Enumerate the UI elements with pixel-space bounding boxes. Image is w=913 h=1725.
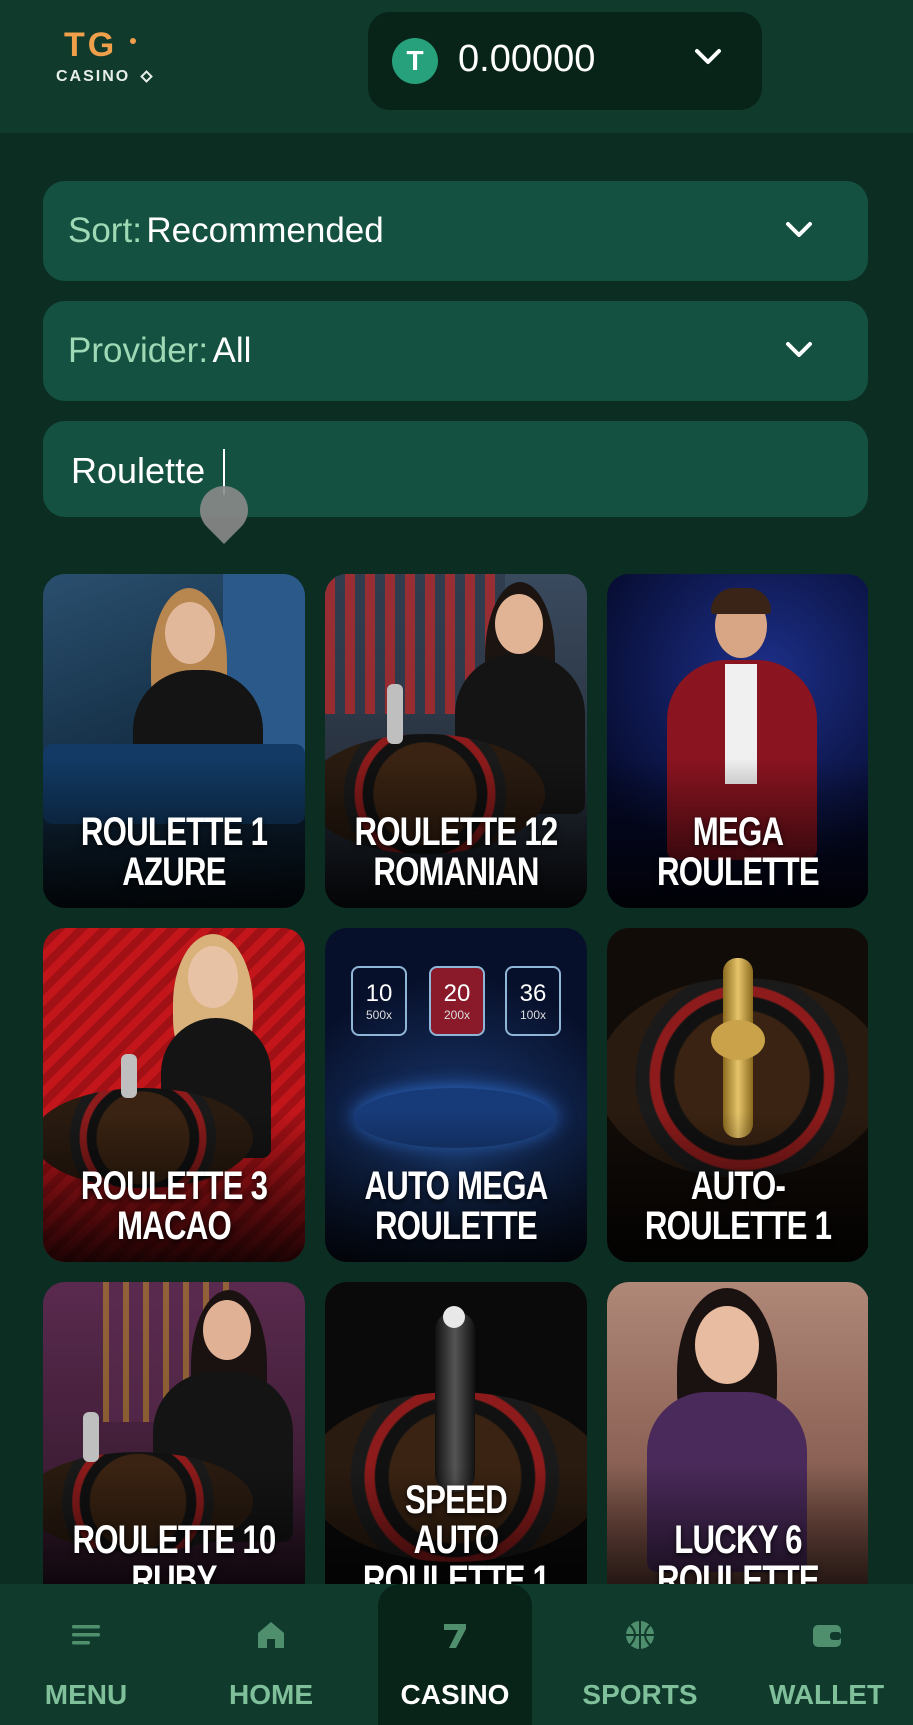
- game-title: ROULETTE 10 RUBY: [72, 1518, 277, 1584]
- menu-icon: [72, 1625, 100, 1645]
- currency-symbol: T: [406, 45, 424, 76]
- multiplier-badge: 36 100x: [505, 966, 561, 1036]
- game-title: MEGA ROULETTE: [657, 810, 820, 894]
- game-card[interactable]: ROULETTE 10 RUBY: [43, 1282, 305, 1584]
- provider-dropdown[interactable]: Provider: All: [43, 301, 868, 401]
- tether-icon: T: [392, 38, 438, 84]
- game-card[interactable]: ROULETTE 12 ROMANIAN: [325, 574, 587, 908]
- home-icon: [258, 1622, 284, 1648]
- game-title: ROULETTE 3 MACAO: [80, 1164, 268, 1248]
- game-title: ROULETTE 12 ROMANIAN: [354, 810, 559, 894]
- nav-wallet[interactable]: WALLET: [740, 1584, 913, 1725]
- logo-diamond-icon: [140, 70, 153, 83]
- search-input[interactable]: [71, 421, 831, 521]
- nav-label: MENU: [44, 1679, 128, 1710]
- sort-dropdown[interactable]: Sort: Recommended: [43, 181, 868, 281]
- game-card[interactable]: ROULETTE 1 AZURE: [43, 574, 305, 908]
- nav-label: SPORTS: [582, 1679, 698, 1710]
- logo-brand: TG: [64, 26, 118, 64]
- wallet-balance: 0.00000: [458, 38, 596, 80]
- game-card[interactable]: 10 500x 20 200x 36 100x AUTO MEGA ROULET…: [325, 928, 587, 1262]
- casino-seven-icon: [444, 1624, 466, 1648]
- nav-label: CASINO: [400, 1679, 510, 1710]
- sort-value: Recommended: [146, 211, 384, 250]
- nav-label: WALLET: [768, 1679, 885, 1710]
- game-title: AUTO-ROULETTE 1: [644, 1164, 832, 1248]
- game-title: ROULETTE 1 AZURE: [80, 810, 268, 894]
- wallet-icon: [812, 1625, 841, 1647]
- nav-casino[interactable]: CASINO: [378, 1584, 532, 1725]
- game-card[interactable]: MEGA ROULETTE: [607, 574, 868, 908]
- nav-sports[interactable]: SPORTS: [556, 1584, 724, 1725]
- multiplier-badge: 10 500x: [351, 966, 407, 1036]
- game-card[interactable]: ROULETTE 3 MACAO: [43, 928, 305, 1262]
- logo-sub: CASINO: [56, 68, 131, 85]
- basketball-icon: [626, 1621, 654, 1649]
- provider-label: Provider:: [68, 331, 209, 370]
- wallet-selector[interactable]: T 0.00000: [368, 12, 762, 110]
- multiplier-badge: 20 200x: [429, 966, 485, 1036]
- game-card[interactable]: SPEED AUTO ROULETTE 1: [325, 1282, 587, 1584]
- logo-dot: [130, 38, 136, 44]
- nav-label: HOME: [229, 1679, 313, 1710]
- tg-casino-logo[interactable]: TG CASINO: [56, 26, 166, 92]
- game-title: LUCKY 6 ROULETTE: [657, 1518, 820, 1584]
- chevron-down-icon: [786, 342, 812, 357]
- game-card[interactable]: AUTO-ROULETTE 1: [607, 928, 868, 1262]
- search-field[interactable]: [43, 421, 868, 544]
- provider-value: All: [212, 331, 252, 370]
- game-card[interactable]: LUCKY 6 ROULETTE: [607, 1282, 868, 1584]
- chevron-down-icon: [695, 49, 721, 64]
- chevron-down-icon: [786, 222, 812, 237]
- game-title: AUTO MEGA ROULETTE: [364, 1164, 548, 1248]
- game-title: SPEED AUTO ROULETTE 1: [362, 1478, 550, 1584]
- sort-label: Sort:: [68, 211, 142, 250]
- top-bar: TG CASINO T 0.00000: [0, 0, 913, 133]
- nav-home[interactable]: HOME: [188, 1584, 354, 1725]
- bottom-nav: MENU HOME CASINO SPORTS WALLET: [0, 1584, 913, 1725]
- game-grid: ROULETTE 1 AZURE ROULETTE 12 ROMANIAN ME…: [43, 574, 868, 1584]
- nav-menu[interactable]: MENU: [0, 1584, 172, 1725]
